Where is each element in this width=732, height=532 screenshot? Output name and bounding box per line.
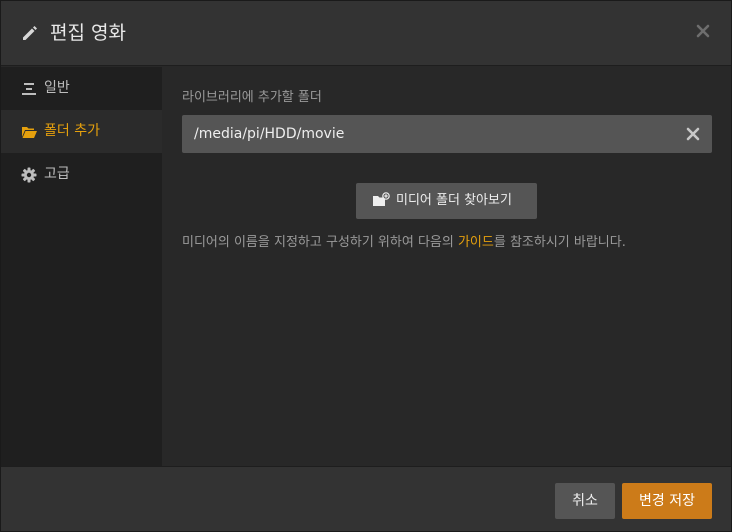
- save-changes-button[interactable]: 변경 저장: [622, 483, 712, 519]
- sidebar-item-advanced[interactable]: 고급: [1, 153, 162, 196]
- browse-button-label: 미디어 폴더 찾아보기: [396, 193, 512, 208]
- sidebar: 일반 폴더 추가 고급: [1, 67, 162, 466]
- folder-field-label: 라이브러리에 추가할 폴더: [182, 90, 322, 105]
- sidebar-item-label: 고급: [44, 166, 70, 182]
- dialog-header: 편집 영화: [1, 1, 731, 66]
- clear-icon[interactable]: [685, 126, 701, 142]
- sidebar-item-general[interactable]: 일반: [1, 67, 162, 110]
- guide-link[interactable]: 가이드: [458, 235, 494, 250]
- gear-icon: [21, 167, 37, 183]
- browse-media-folder-button[interactable]: 미디어 폴더 찾아보기: [356, 183, 537, 219]
- help-text: 미디어의 이름을 지정하고 구성하기 위하여 다음의 가이드를 참조하시기 바랍…: [182, 234, 626, 252]
- dialog-title: 편집 영화: [50, 22, 126, 44]
- help-text-prefix: 미디어의 이름을 지정하고 구성하기 위하여 다음의: [182, 235, 458, 250]
- pencil-icon: [23, 26, 37, 40]
- cancel-button[interactable]: 취소: [555, 483, 615, 519]
- folder-add-icon: [373, 192, 390, 206]
- sidebar-item-label: 일반: [44, 80, 70, 96]
- edit-library-dialog: 편집 영화 일반 폴더 추가 고급 라이브러리에 추가할 폴더 /media/p…: [0, 0, 732, 532]
- sidebar-item-add-folder[interactable]: 폴더 추가: [1, 110, 162, 153]
- sidebar-item-label: 폴더 추가: [44, 123, 100, 139]
- help-text-suffix: 를 참조하시기 바랍니다.: [493, 235, 626, 250]
- folder-path-input[interactable]: [182, 115, 712, 153]
- add-folder-panel: 라이브러리에 추가할 폴더 미디어 폴더 찾아보기 미디어의 이름을 지정하고 …: [162, 67, 731, 466]
- list-icon: [22, 83, 36, 95]
- close-icon[interactable]: [693, 21, 713, 41]
- folder-open-icon: [22, 127, 37, 138]
- dialog-footer: 취소 변경 저장: [1, 466, 731, 531]
